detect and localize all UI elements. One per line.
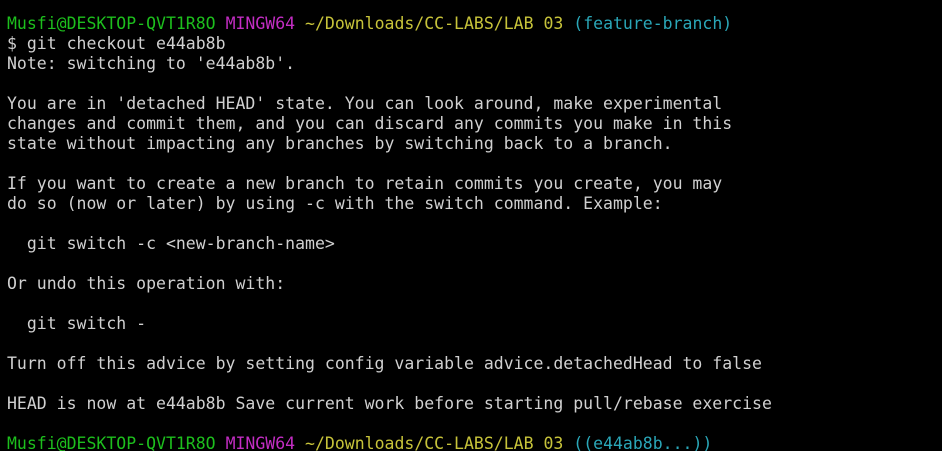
prompt-path: ~/Downloads/CC-LABS/LAB 03 <box>305 14 564 33</box>
output-line: Turn off this advice by setting config v… <box>7 354 762 373</box>
output-line: If you want to create a new branch to re… <box>7 174 723 193</box>
terminal-window[interactable]: Musfi@DESKTOP-QVT1R8O MINGW64 ~/Download… <box>0 0 942 451</box>
output-line: do so (now or later) by using -c with th… <box>7 194 663 213</box>
prompt-branch: ((e44ab8b...)) <box>573 434 713 451</box>
output-line: git switch - <box>7 314 147 333</box>
command-line: $ git checkout e44ab8b <box>7 34 226 53</box>
prompt-user: Musfi@DESKTOP-QVT1R8O <box>7 14 216 33</box>
output-line: Note: switching to 'e44ab8b'. <box>7 54 296 73</box>
prompt-line: Musfi@DESKTOP-QVT1R8O MINGW64 ~/Download… <box>7 14 732 34</box>
prompt-env: MINGW64 <box>225 14 296 33</box>
prompt-branch: (feature-branch) <box>573 14 733 33</box>
output-line: Or undo this operation with: <box>7 274 286 293</box>
output-line: You are in 'detached HEAD' state. You ca… <box>7 94 723 113</box>
output-line: state without impacting any branches by … <box>7 134 673 153</box>
output-line: changes and commit them, and you can dis… <box>7 114 733 133</box>
prompt-user: Musfi@DESKTOP-QVT1R8O <box>7 434 216 451</box>
prompt-env: MINGW64 <box>225 434 296 451</box>
prompt-line: Musfi@DESKTOP-QVT1R8O MINGW64 ~/Download… <box>7 434 712 451</box>
output-line: HEAD is now at e44ab8b Save current work… <box>7 394 772 413</box>
prompt-path: ~/Downloads/CC-LABS/LAB 03 <box>305 434 564 451</box>
output-line: git switch -c <new-branch-name> <box>7 234 335 253</box>
